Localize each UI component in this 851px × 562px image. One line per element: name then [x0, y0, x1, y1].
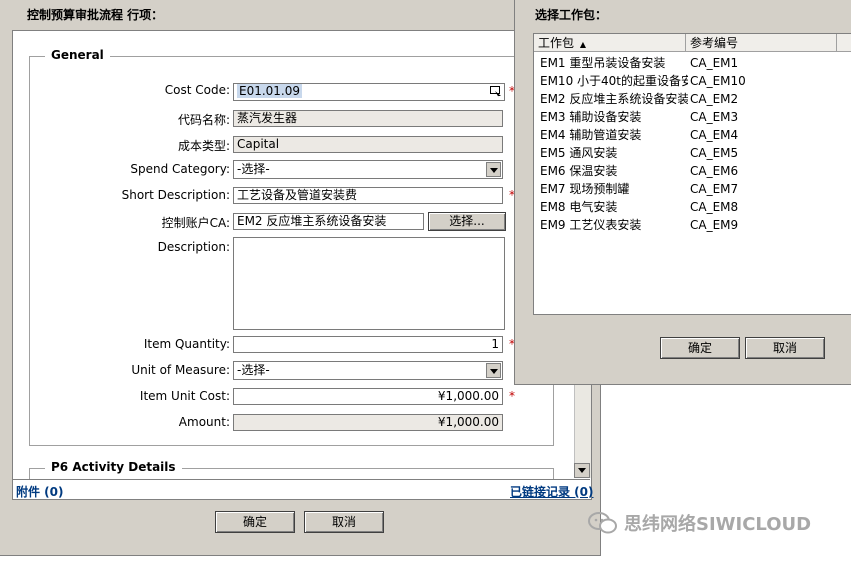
wechat-icon [588, 512, 617, 534]
attachments-link[interactable]: 附件 (0) [16, 483, 64, 500]
spend-category-value: -选择- [237, 162, 270, 176]
cancel-button[interactable]: 取消 [304, 511, 384, 533]
list-item[interactable]: EM6 保温安装 CA_EM6 [534, 162, 851, 180]
unit-of-measure-label: Unit of Measure: [131, 363, 230, 377]
column-header-work-package[interactable]: 工作包 ▲ [534, 34, 686, 52]
item-unit-cost-input[interactable]: ¥1,000.00 [233, 388, 503, 405]
list-item[interactable]: EM4 辅助管道安装 CA_EM4 [534, 126, 851, 144]
item-quantity-label: Item Quantity: [143, 337, 230, 351]
code-name-label: 代码名称: [177, 113, 230, 127]
item-unit-cost-label: Item Unit Cost: [139, 389, 230, 403]
code-name-field: 蒸汽发生器 [233, 110, 503, 127]
ok-button[interactable]: 确定 [215, 511, 295, 533]
list-item[interactable]: EM9 工艺仪表安装 CA_EM9 [534, 216, 851, 234]
list-item[interactable]: EM3 辅助设备安装 CA_EM3 [534, 108, 851, 126]
cost-code-value: E01.01.09 [237, 84, 303, 98]
dialog-title: 控制预算审批流程 行项： [27, 8, 164, 22]
linked-records-link[interactable]: 已链接记录 (0) [510, 483, 594, 500]
popup-ok-button[interactable]: 确定 [660, 337, 740, 359]
item-quantity-input[interactable]: 1 [233, 336, 503, 353]
description-label: Description: [157, 240, 230, 254]
spend-category-select[interactable]: -选择- [233, 160, 503, 179]
amount-field: ¥1,000.00 [233, 414, 503, 431]
short-description-input[interactable]: 工艺设备及管道安装费 [233, 187, 503, 204]
popup-cancel-button[interactable]: 取消 [745, 337, 825, 359]
select-button[interactable]: 选择... [428, 212, 506, 231]
list-item[interactable]: EM2 反应堆主系统设备安装 CA_EM2 [534, 90, 851, 108]
popup-title: 选择工作包： [535, 8, 608, 22]
watermark-text: 思纬网络SIWICLOUD [624, 514, 812, 535]
spend-category-label: Spend Category: [130, 162, 230, 176]
list-item[interactable]: EM5 通风安装 CA_EM5 [534, 144, 851, 162]
column-header-reference[interactable]: 参考编号 [686, 34, 837, 52]
cost-type-field: Capital [233, 136, 503, 153]
work-package-list[interactable]: 工作包 ▲ 参考编号 EM1 重型吊装设备安装 CA_EM1 EM10 小于40t… [533, 33, 851, 315]
links-bar [13, 479, 590, 499]
select-work-package-dialog: 选择工作包： 工作包 ▲ 参考编号 EM1 重型吊装设备安装 CA_EM1 EM1… [514, 0, 851, 385]
unit-of-measure-value: -选择- [237, 363, 270, 377]
required-mark: * [509, 389, 515, 403]
p6-activity-legend[interactable]: P6 Activity Details [45, 460, 182, 474]
description-textarea[interactable] [233, 237, 505, 330]
general-legend: General [45, 48, 110, 62]
list-item[interactable]: EM10 小于40t的起重设备安 CA_EM10 [534, 72, 851, 90]
cost-type-label: 成本类型: [177, 139, 230, 153]
form-panel: General Cost Code: E01.01.09 * 代码名称: 蒸汽发… [12, 30, 592, 500]
control-account-label: 控制账户CA: [161, 216, 230, 230]
list-item[interactable]: EM8 电气安装 CA_EM8 [534, 198, 851, 216]
control-account-field[interactable]: EM2 反应堆主系统设备安装 [233, 213, 424, 230]
list-item[interactable]: EM7 现场预制罐 CA_EM7 [534, 180, 851, 198]
sort-ascending-icon: ▲ [579, 40, 586, 49]
cost-code-label: Cost Code: [164, 83, 230, 97]
chevron-down-icon[interactable] [486, 363, 501, 378]
short-description-label: Short Description: [121, 188, 230, 202]
amount-label: Amount: [178, 415, 230, 429]
cost-code-field[interactable]: E01.01.09 [233, 83, 505, 101]
scroll-down-icon[interactable] [574, 463, 590, 478]
chevron-down-icon[interactable] [486, 162, 501, 177]
lookup-icon[interactable] [490, 86, 502, 98]
unit-of-measure-select[interactable]: -选择- [233, 361, 503, 380]
list-item[interactable]: EM1 重型吊装设备安装 CA_EM1 [534, 54, 851, 72]
watermark: 思纬网络SIWICLOUD [588, 510, 811, 536]
line-item-dialog: 控制预算审批流程 行项： General Cost Code: E01.01.0… [0, 0, 601, 556]
column-header-filler [837, 34, 851, 52]
